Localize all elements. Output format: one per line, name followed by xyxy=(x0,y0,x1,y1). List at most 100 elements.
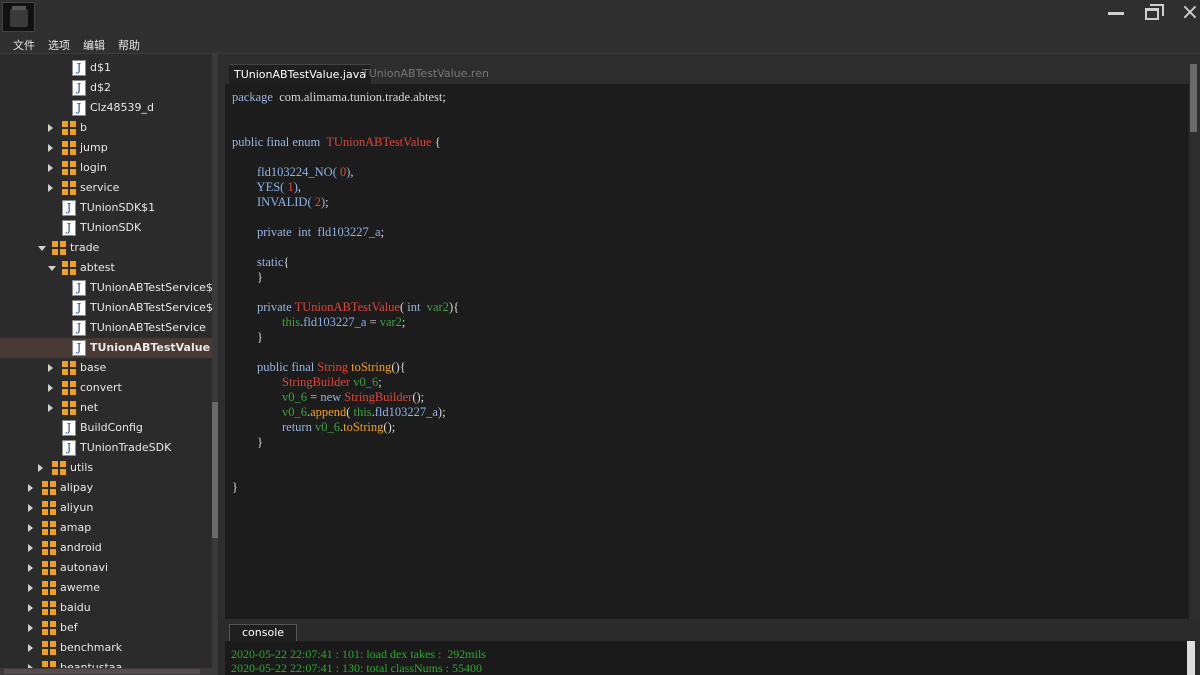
tree-label: bef xyxy=(60,621,78,634)
tree-package-abtest[interactable]: abtest xyxy=(0,258,212,278)
collapsed-arrow-icon[interactable] xyxy=(28,584,33,592)
maximize-icon[interactable] xyxy=(1142,4,1166,22)
tree-scroll-thumb[interactable] xyxy=(212,402,218,538)
expanded-arrow-icon[interactable] xyxy=(38,246,46,251)
collapsed-arrow-icon[interactable] xyxy=(28,564,33,572)
menu-edit[interactable]: 编辑 xyxy=(83,37,105,53)
tree-package-bef[interactable]: bef xyxy=(0,618,212,638)
tree-hscroll-thumb[interactable] xyxy=(4,669,200,674)
tree-class-TUnionABTestValue[interactable]: J TUnionABTestValue xyxy=(0,338,212,358)
menu-file[interactable]: 文件 xyxy=(13,37,35,53)
tree-label: TUnionABTestService$1 xyxy=(90,281,212,294)
tree-label: alipay xyxy=(60,481,94,494)
code-line: } xyxy=(232,480,238,494)
tree-class-BuildConfig[interactable]: J BuildConfig xyxy=(0,418,212,438)
tree-package-aweme[interactable]: aweme xyxy=(0,578,212,598)
tree-label: TUnionTradeSDK xyxy=(80,441,172,454)
tree-label: TUnionABTestService xyxy=(90,321,206,334)
package-icon xyxy=(42,581,56,595)
tab-java[interactable]: TUnionABTestValue.java xyxy=(229,64,371,84)
tree-package-base[interactable]: base xyxy=(0,358,212,378)
close-icon[interactable]: × xyxy=(1178,2,1200,24)
java-class-icon: J xyxy=(72,300,86,316)
collapsed-arrow-icon[interactable] xyxy=(48,184,53,192)
tree-label: d$2 xyxy=(90,81,111,94)
minimize-icon[interactable] xyxy=(1104,4,1128,22)
collapsed-arrow-icon[interactable] xyxy=(48,404,53,412)
tree-package-baidu[interactable]: baidu xyxy=(0,598,212,618)
collapsed-arrow-icon[interactable] xyxy=(48,364,53,372)
tree-hscrollbar[interactable] xyxy=(0,668,212,675)
tree-package-b[interactable]: b xyxy=(0,118,212,138)
expanded-arrow-icon[interactable] xyxy=(48,266,56,271)
tree-class-TUnionABTestService[interactable]: J TUnionABTestService xyxy=(0,318,212,338)
collapsed-arrow-icon[interactable] xyxy=(48,384,53,392)
tree-class-TUnionSDK$1[interactable]: J TUnionSDK$1 xyxy=(0,198,212,218)
tree-scrollbar[interactable] xyxy=(212,54,218,675)
tree-class-TUnionABTestService$2[interactable]: J TUnionABTestService$2 xyxy=(0,298,212,318)
editor-scroll-thumb[interactable] xyxy=(1190,64,1197,132)
code-line: v0_6.append( this.fld103227_a); xyxy=(282,405,446,419)
tree-package-service[interactable]: service xyxy=(0,178,212,198)
editor-scrollbar[interactable] xyxy=(1189,64,1198,620)
package-icon xyxy=(62,361,76,375)
tree-class-TUnionTradeSDK[interactable]: J TUnionTradeSDK xyxy=(0,438,212,458)
tree-class-TUnionSDK[interactable]: J TUnionSDK xyxy=(0,218,212,238)
tree-package-jump[interactable]: jump xyxy=(0,138,212,158)
collapsed-arrow-icon[interactable] xyxy=(28,644,33,652)
tree-package-trade[interactable]: trade xyxy=(0,238,212,258)
collapsed-arrow-icon[interactable] xyxy=(28,624,33,632)
tree-label: Clz48539_d xyxy=(90,101,154,114)
collapsed-arrow-icon[interactable] xyxy=(48,164,53,172)
package-icon xyxy=(62,381,76,395)
tree-class-d$2[interactable]: Jd$2 xyxy=(0,78,212,98)
collapsed-arrow-icon[interactable] xyxy=(28,524,33,532)
collapsed-arrow-icon[interactable] xyxy=(28,504,33,512)
tree-package-utils[interactable]: utils xyxy=(0,458,212,478)
tree-class-d$1[interactable]: Jd$1 xyxy=(0,58,212,78)
tree-label: abtest xyxy=(80,261,115,274)
tree-class-Clz48539_d[interactable]: J Clz48539_d xyxy=(0,98,212,118)
tree-package-autonavi[interactable]: autonavi xyxy=(0,558,212,578)
tree-package-android[interactable]: android xyxy=(0,538,212,558)
code-line: private TUnionABTestValue( int var2){ xyxy=(257,300,460,314)
tree-package-benchmark[interactable]: benchmark xyxy=(0,638,212,658)
tree-package-aliyun[interactable]: aliyun xyxy=(0,498,212,518)
code-line: YES( 1), xyxy=(256,180,301,194)
package-icon xyxy=(42,501,56,515)
tree-label: d$1 xyxy=(90,61,111,74)
package-icon xyxy=(62,261,76,275)
collapsed-arrow-icon[interactable] xyxy=(28,484,33,492)
collapsed-arrow-icon[interactable] xyxy=(38,464,43,472)
tab-ren[interactable]: TUnionABTestValue.ren xyxy=(357,64,494,84)
tree-label: base xyxy=(80,361,107,374)
tree-label: net xyxy=(80,401,99,414)
package-icon xyxy=(42,541,56,555)
collapsed-arrow-icon[interactable] xyxy=(28,544,33,552)
code-line: return v0_6.toString(); xyxy=(282,420,396,434)
java-class-icon: J xyxy=(62,220,76,236)
menu-options[interactable]: 选项 xyxy=(48,37,70,53)
tree-package-login[interactable]: login xyxy=(0,158,212,178)
java-class-icon: J xyxy=(62,420,76,436)
class-tree: Jd$1 Jd$2 J Clz48539_d b jump login service J TUn… xyxy=(0,54,212,675)
tree-class-TUnionABTestService$1[interactable]: J TUnionABTestService$1 xyxy=(0,278,212,298)
code-line: private int fld103227_a; xyxy=(257,225,385,239)
collapsed-arrow-icon[interactable] xyxy=(28,604,33,612)
package-icon xyxy=(42,521,56,535)
tree-package-net[interactable]: net xyxy=(0,398,212,418)
menu-help[interactable]: 帮助 xyxy=(118,37,140,53)
tree-label: aweme xyxy=(60,581,100,594)
collapsed-arrow-icon[interactable] xyxy=(48,124,53,132)
tree-label: baidu xyxy=(60,601,91,614)
tab-console[interactable]: console xyxy=(229,624,298,641)
tree-package-alipay[interactable]: alipay xyxy=(0,478,212,498)
tree-package-amap[interactable]: amap xyxy=(0,518,212,538)
code-view[interactable]: package com.alimama.tunion.trade.abtest;… xyxy=(225,84,1189,619)
collapsed-arrow-icon[interactable] xyxy=(48,144,53,152)
console-scrollbar[interactable] xyxy=(1187,641,1195,675)
tree-label: android xyxy=(60,541,102,554)
java-class-icon: J xyxy=(72,80,86,96)
tree-label: aliyun xyxy=(60,501,94,514)
tree-package-convert[interactable]: convert xyxy=(0,378,212,398)
